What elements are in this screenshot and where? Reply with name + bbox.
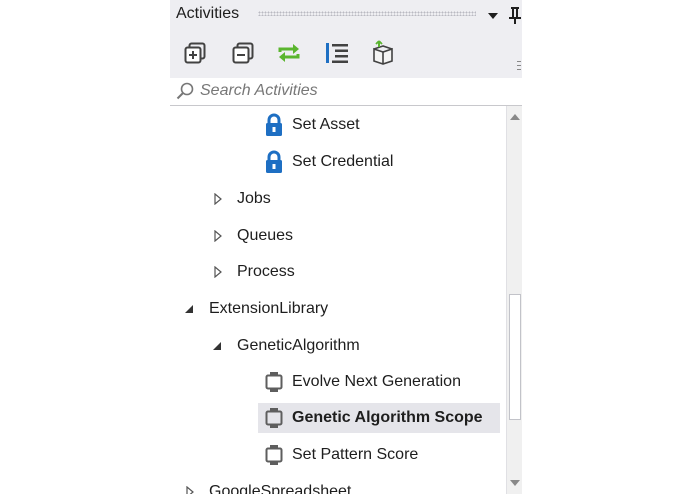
panel-header: Activities — [170, 0, 522, 30]
toolbar-overflow-grip[interactable] — [516, 58, 522, 70]
toolbar — [170, 30, 522, 78]
search-bar — [170, 78, 522, 106]
tree-item-label: Process — [237, 263, 295, 280]
activity-icon — [262, 406, 286, 430]
collapsed-arrow-icon[interactable] — [212, 193, 224, 205]
tree-item-label: GeneticAlgorithm — [237, 337, 360, 354]
package-icon[interactable] — [370, 40, 396, 66]
refresh-icon[interactable] — [276, 40, 302, 66]
vertical-scrollbar[interactable] — [506, 106, 522, 494]
title-bar-grip[interactable] — [258, 11, 476, 16]
tree-item-process[interactable]: Process — [237, 257, 295, 287]
tree-item-geneticalgorithm[interactable]: GeneticAlgorithm — [237, 331, 360, 361]
expand-all-icon[interactable] — [182, 40, 208, 66]
scroll-up-arrow-icon[interactable] — [507, 106, 522, 128]
collapse-all-icon[interactable] — [230, 40, 256, 66]
collapsed-arrow-icon[interactable] — [212, 266, 224, 278]
panel-title: Activities — [176, 5, 240, 22]
tree-item-evolve-next-generation[interactable]: Evolve Next Generation — [262, 367, 461, 397]
tree-item-queues[interactable]: Queues — [237, 221, 293, 251]
lock-icon — [262, 113, 286, 137]
tree-item-set-pattern-score[interactable]: Set Pattern Score — [262, 440, 418, 470]
tree-item-set-credential[interactable]: Set Credential — [262, 147, 393, 177]
pin-icon[interactable] — [508, 6, 522, 24]
activity-icon — [262, 443, 286, 467]
tree-item-label: Queues — [237, 227, 294, 244]
activities-tree: Set Asset Set Credential Jobs Queues Pro… — [170, 106, 506, 494]
collapsed-arrow-icon[interactable] — [212, 230, 224, 242]
tree-item-label: Set Asset — [292, 116, 360, 133]
tree-item-label: Evolve Next Generation — [292, 373, 461, 390]
tree-item-label: GoogleSpreadsheet — [209, 483, 352, 494]
tree-item-label: Jobs — [237, 190, 271, 207]
tree-item-genetic-algorithm-scope[interactable]: Genetic Algorithm Scope — [258, 403, 500, 433]
dropdown-arrow-icon[interactable] — [486, 9, 500, 23]
tree-item-label: ExtensionLibrary — [209, 300, 329, 317]
search-icon — [175, 81, 195, 101]
activities-panel: Activities Search Activities Set Asset S… — [170, 0, 522, 494]
scroll-down-arrow-icon[interactable] — [507, 472, 522, 494]
tree-item-set-asset[interactable]: Set Asset — [262, 110, 360, 140]
scrollbar-thumb[interactable] — [509, 294, 521, 420]
tree-item-jobs[interactable]: Jobs — [237, 184, 271, 214]
tree-item-label: Set Pattern Score — [292, 446, 419, 463]
tree-item-label: Set Credential — [292, 153, 394, 170]
tree-item-extensionlibrary[interactable]: ExtensionLibrary — [209, 294, 328, 324]
tree-item-label: Genetic Algorithm Scope — [292, 409, 483, 426]
tree-item-googlespreadsheet[interactable]: GoogleSpreadsheet — [209, 477, 351, 494]
expanded-arrow-icon[interactable] — [183, 303, 195, 315]
expanded-arrow-icon[interactable] — [211, 340, 223, 352]
activity-icon — [262, 370, 286, 394]
collapsed-arrow-icon[interactable] — [184, 486, 196, 494]
search-input[interactable] — [200, 80, 510, 102]
show-list-icon[interactable] — [324, 40, 350, 66]
lock-icon — [262, 150, 286, 174]
